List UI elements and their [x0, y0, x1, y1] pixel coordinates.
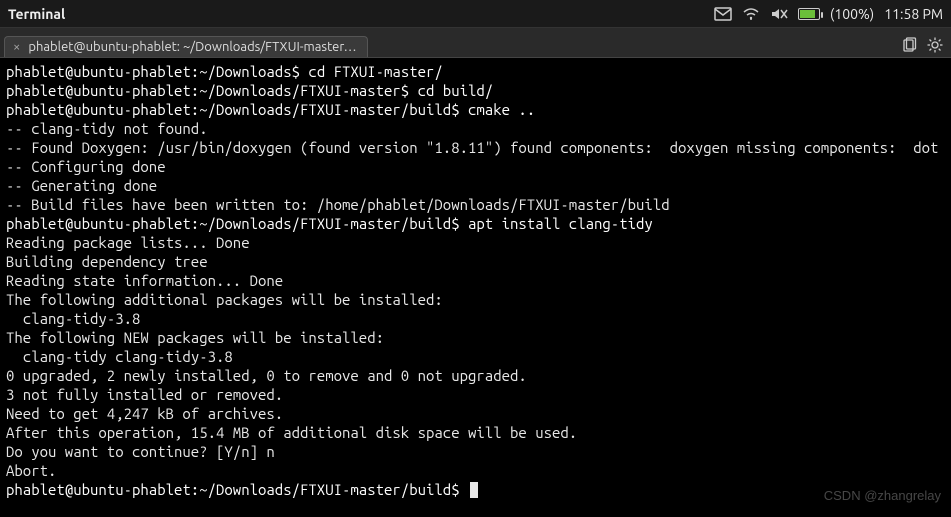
mail-icon[interactable] [714, 7, 732, 21]
prompt: phablet@ubuntu-phablet:~/Downloads/FTXUI… [6, 101, 460, 118]
prompt: phablet@ubuntu-phablet:~/Downloads/FTXUI… [6, 481, 460, 498]
terminal-line: -- Configuring done [6, 157, 945, 176]
prompt: phablet@ubuntu-phablet:~/Downloads/FTXUI… [6, 82, 409, 99]
terminal-line: Reading state information... Done [6, 271, 945, 290]
clock: 11:58 PM [884, 6, 943, 22]
terminal-line: phablet@ubuntu-phablet:~/Downloads/FTXUI… [6, 81, 945, 100]
terminal-line: -- Generating done [6, 176, 945, 195]
terminal-line: The following NEW packages will be insta… [6, 328, 945, 347]
copy-icon[interactable] [901, 37, 917, 53]
terminal-line: Reading package lists... Done [6, 233, 945, 252]
app-title: Terminal [8, 6, 65, 22]
command-text: cd build/ [409, 82, 493, 99]
command-text [460, 481, 468, 498]
command-text: cd FTXUI-master/ [300, 63, 443, 80]
terminal-line: Abort. [6, 461, 945, 480]
wifi-icon[interactable] [742, 7, 760, 21]
terminal-line: phablet@ubuntu-phablet:~/Downloads/FTXUI… [6, 214, 945, 233]
terminal-line: Do you want to continue? [Y/n] n [6, 442, 945, 461]
terminal-line: 0 upgraded, 2 newly installed, 0 to remo… [6, 366, 945, 385]
terminal-line: After this operation, 15.4 MB of additio… [6, 423, 945, 442]
command-text: cmake .. [460, 101, 536, 118]
terminal-line: phablet@ubuntu-phablet:~/Downloads$ cd F… [6, 62, 945, 81]
terminal-line: -- Found Doxygen: /usr/bin/doxygen (foun… [6, 138, 945, 157]
battery-percent: (100%) [830, 6, 874, 22]
terminal-output[interactable]: phablet@ubuntu-phablet:~/Downloads$ cd F… [0, 58, 951, 503]
terminal-line: The following additional packages will b… [6, 290, 945, 309]
terminal-line: 3 not fully installed or removed. [6, 385, 945, 404]
terminal-line: clang-tidy-3.8 [6, 309, 945, 328]
close-tab-icon[interactable]: × [13, 40, 20, 54]
cursor [470, 482, 478, 498]
prompt: phablet@ubuntu-phablet:~/Downloads/FTXUI… [6, 215, 460, 232]
system-menubar: Terminal (100%) 11:58 PM [0, 0, 951, 28]
battery-icon [798, 8, 820, 20]
terminal-tabbar: × phablet@ubuntu-phablet: ~/Downloads/FT… [0, 28, 951, 58]
terminal-line: Building dependency tree [6, 252, 945, 271]
terminal-line: Need to get 4,247 kB of archives. [6, 404, 945, 423]
system-indicators: (100%) 11:58 PM [714, 6, 943, 22]
tab-title: phablet@ubuntu-phablet: ~/Downloads/FTXU… [28, 40, 356, 54]
gear-icon[interactable] [927, 37, 943, 53]
terminal-line: -- Build files have been written to: /ho… [6, 195, 945, 214]
command-text: apt install clang-tidy [460, 215, 653, 232]
terminal-tab[interactable]: × phablet@ubuntu-phablet: ~/Downloads/FT… [4, 36, 368, 57]
terminal-line: phablet@ubuntu-phablet:~/Downloads/FTXUI… [6, 480, 945, 499]
terminal-line: phablet@ubuntu-phablet:~/Downloads/FTXUI… [6, 100, 945, 119]
terminal-line: -- clang-tidy not found. [6, 119, 945, 138]
prompt: phablet@ubuntu-phablet:~/Downloads$ [6, 63, 300, 80]
battery-indicator[interactable] [798, 8, 820, 20]
terminal-line: clang-tidy clang-tidy-3.8 [6, 347, 945, 366]
volume-muted-icon[interactable] [770, 7, 788, 21]
